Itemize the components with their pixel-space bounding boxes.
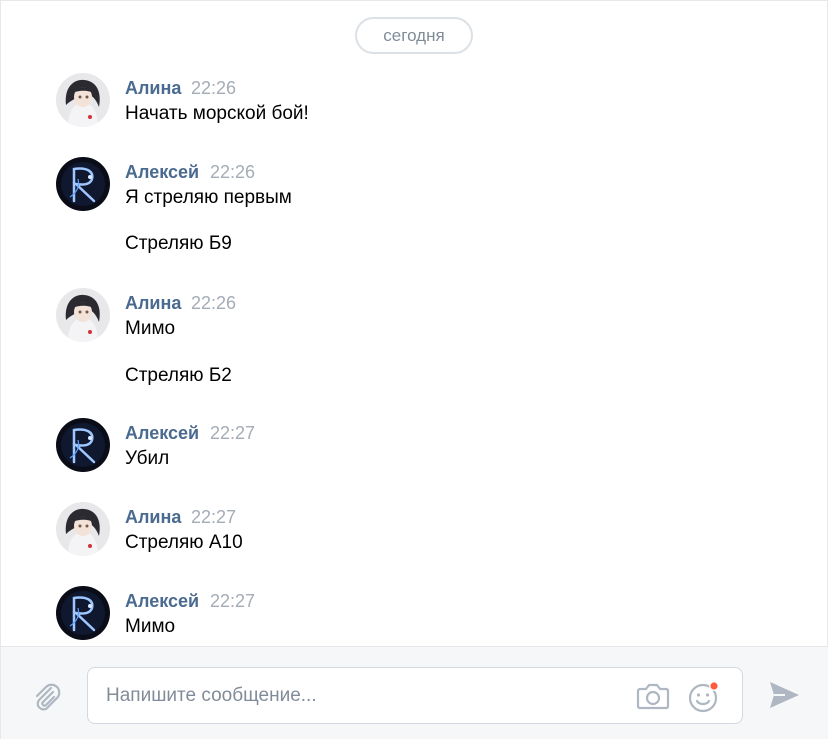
notification-dot-icon xyxy=(710,682,718,690)
send-icon[interactable] xyxy=(767,679,801,711)
chat-window: сегодня Алина 22:26 Начать морской бой! xyxy=(0,0,828,739)
alina-avatar[interactable] xyxy=(56,73,110,127)
message-author[interactable]: Алина xyxy=(125,293,181,314)
date-divider: сегодня xyxy=(355,17,473,54)
camera-icon[interactable] xyxy=(636,681,670,711)
message-text: Стреляю Б9 xyxy=(125,233,232,254)
message-text: Убил xyxy=(125,448,170,469)
message-input-box xyxy=(87,667,743,724)
message-composer xyxy=(1,646,828,739)
message-author[interactable]: Алина xyxy=(125,507,181,528)
message-author[interactable]: Алексей xyxy=(125,591,199,612)
message-time: 22:27 xyxy=(210,423,256,443)
message-time: 22:26 xyxy=(210,162,256,182)
message-text: Стреляю Б2 xyxy=(125,365,232,386)
message-author[interactable]: Алексей xyxy=(125,162,199,183)
message-time: 22:26 xyxy=(191,293,237,313)
message-author[interactable]: Алексей xyxy=(125,423,199,444)
message-text: Мимо xyxy=(125,318,176,339)
message-text: Я стреляю первым xyxy=(125,187,292,208)
message-time: 22:27 xyxy=(191,507,237,527)
message-text: Мимо xyxy=(125,616,176,637)
message-text: Стреляю А10 xyxy=(125,532,243,553)
alina-avatar[interactable] xyxy=(56,288,110,342)
message-time: 22:26 xyxy=(191,78,237,98)
aleksey-avatar[interactable] xyxy=(56,586,110,640)
message-input[interactable] xyxy=(106,668,626,723)
paperclip-icon[interactable] xyxy=(29,679,63,713)
aleksey-avatar[interactable] xyxy=(56,157,110,211)
aleksey-avatar[interactable] xyxy=(56,418,110,472)
message-author[interactable]: Алина xyxy=(125,78,181,99)
message-text: Начать морской бой! xyxy=(125,103,309,124)
message-time: 22:27 xyxy=(210,591,256,611)
alina-avatar[interactable] xyxy=(56,502,110,556)
emoji-icon[interactable] xyxy=(686,679,722,715)
